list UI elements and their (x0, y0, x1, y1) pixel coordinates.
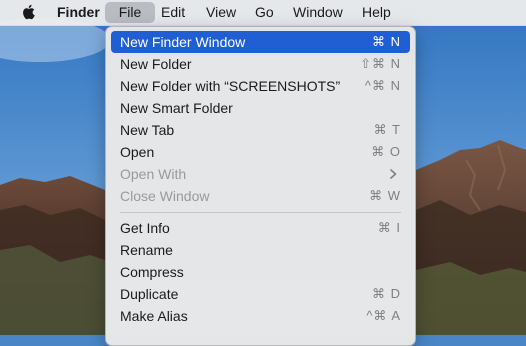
menu-help[interactable]: Help (362, 2, 391, 23)
menu-item-shortcut: ⌘ I (377, 220, 401, 235)
menu-item-label: Make Alias (120, 308, 188, 324)
menu-item-label: New Folder (120, 56, 192, 72)
menu-item-close-window: Close Window ⌘ W (111, 185, 410, 207)
menu-item-label: Get Info (120, 220, 170, 236)
menu-item-rename[interactable]: Rename (111, 239, 410, 261)
menu-bar: Finder File Edit View Go Window Help (0, 0, 526, 26)
menu-item-shortcut: ^⌘ A (366, 308, 401, 323)
menu-item-label: New Finder Window (120, 34, 246, 50)
menu-item-label: Compress (120, 264, 184, 280)
menu-item-label: Close Window (120, 188, 210, 204)
menu-item-open-with: Open With (111, 163, 410, 185)
app-menu-finder[interactable]: Finder (57, 2, 100, 23)
menu-item-new-smart-folder[interactable]: New Smart Folder (111, 97, 410, 119)
menu-file[interactable]: File (105, 2, 155, 23)
menu-item-duplicate[interactable]: Duplicate ⌘ D (111, 283, 410, 305)
apple-icon[interactable] (21, 4, 35, 20)
menu-item-get-info[interactable]: Get Info ⌘ I (111, 217, 410, 239)
menu-item-open[interactable]: Open ⌘ O (111, 141, 410, 163)
menu-item-label: New Smart Folder (120, 100, 233, 116)
menu-item-label: Open With (120, 166, 187, 182)
menu-item-label: Rename (120, 242, 173, 258)
menu-separator (120, 212, 401, 213)
menu-item-new-finder-window[interactable]: New Finder Window ⌘ N (111, 31, 410, 53)
menu-item-label: Open (120, 144, 155, 160)
menu-item-shortcut: ⌘ W (369, 188, 401, 203)
menu-item-shortcut: ⌘ N (372, 34, 401, 49)
menu-item-new-tab[interactable]: New Tab ⌘ T (111, 119, 410, 141)
menu-item-new-folder-with-selection[interactable]: New Folder with “SCREENSHOTS” ^⌘ N (111, 75, 410, 97)
menu-item-shortcut: ⇧⌘ N (360, 56, 401, 71)
menu-item-new-folder[interactable]: New Folder ⇧⌘ N (111, 53, 410, 75)
menu-item-shortcut: ⌘ O (371, 144, 401, 159)
menu-item-compress[interactable]: Compress (111, 261, 410, 283)
menu-item-shortcut: ⌘ D (372, 286, 401, 301)
menu-window[interactable]: Window (293, 2, 343, 23)
menu-item-shortcut: ⌘ T (373, 122, 401, 137)
menu-item-label: Duplicate (120, 286, 179, 302)
menu-item-make-alias[interactable]: Make Alias ^⌘ A (111, 305, 410, 327)
menu-item-label: New Tab (120, 122, 175, 138)
chevron-right-icon (390, 169, 397, 179)
menu-edit[interactable]: Edit (161, 2, 185, 23)
menu-view[interactable]: View (206, 2, 236, 23)
menu-go[interactable]: Go (255, 2, 274, 23)
menu-item-shortcut: ^⌘ N (364, 78, 401, 93)
file-menu-dropdown: New Finder Window ⌘ N New Folder ⇧⌘ N Ne… (105, 26, 416, 346)
menu-item-label: New Folder with “SCREENSHOTS” (120, 78, 341, 94)
